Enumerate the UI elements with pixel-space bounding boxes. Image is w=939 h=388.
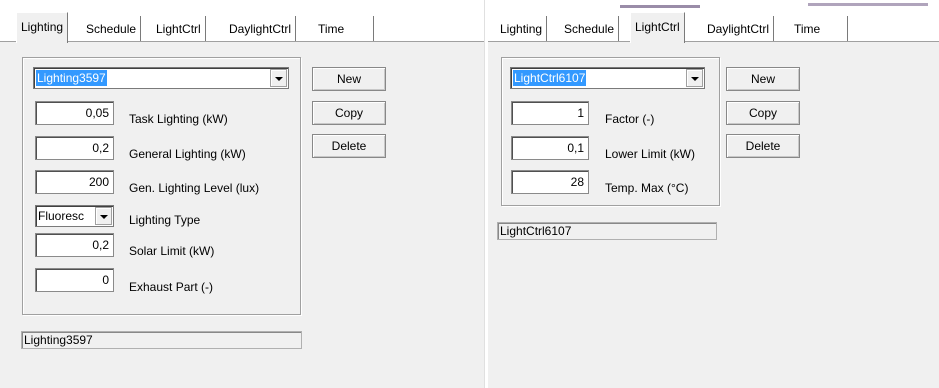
tab-schedule[interactable]: Schedule <box>82 16 142 42</box>
tab-schedule[interactable]: Schedule <box>560 16 620 42</box>
copy-button[interactable]: Copy <box>312 101 386 125</box>
lighting-level-label: Gen. Lighting Level (lux) <box>129 181 260 195</box>
tab-time[interactable]: Time <box>314 16 374 42</box>
overlay-artifact <box>620 5 700 8</box>
new-button[interactable]: New <box>312 67 386 91</box>
solar-limit-label: Solar Limit (kW) <box>129 244 215 258</box>
task-lighting-label: Task Lighting (kW) <box>129 112 228 126</box>
tab-lighting[interactable]: Lighting <box>496 16 548 42</box>
copy-button[interactable]: Copy <box>726 101 800 125</box>
general-lighting-input[interactable]: 0,2 <box>35 136 114 160</box>
exhaust-part-input[interactable]: 0 <box>35 268 114 292</box>
factor-input[interactable]: 1 <box>511 101 589 125</box>
status-field: LightCtrl6107 <box>497 222 717 240</box>
lighting-type-label: Lighting Type <box>129 213 201 227</box>
chevron-down-icon[interactable] <box>95 207 112 225</box>
factor-label: Factor (-) <box>605 112 655 126</box>
lightctrl-panel: Lighting Schedule LightCtrl DaylightCtrl… <box>488 0 939 388</box>
tab-bar: Lighting Schedule LightCtrl DaylightCtrl… <box>488 0 939 43</box>
lighting-panel: Lighting Schedule LightCtrl DaylightCtrl… <box>0 0 484 388</box>
selected-object: LightCtrl6107 <box>513 70 587 86</box>
tab-daylightctrl[interactable]: DaylightCtrl <box>703 16 775 42</box>
delete-button[interactable]: Delete <box>726 134 800 158</box>
general-lighting-label: General Lighting (kW) <box>129 147 246 161</box>
overlay-artifact <box>808 3 928 6</box>
status-field: Lighting3597 <box>21 331 302 349</box>
delete-button[interactable]: Delete <box>312 134 386 158</box>
exhaust-part-label: Exhaust Part (-) <box>129 280 214 294</box>
lower-limit-label: Lower Limit (kW) <box>605 147 696 161</box>
lower-limit-input[interactable]: 0,1 <box>511 136 589 160</box>
solar-limit-input[interactable]: 0,2 <box>35 233 114 257</box>
tab-bar: Lighting Schedule LightCtrl DaylightCtrl… <box>0 0 484 43</box>
tab-time[interactable]: Time <box>790 16 848 42</box>
selected-object: Lighting3597 <box>36 70 107 86</box>
lighting-type-value: Fluoresc <box>38 209 85 223</box>
temp-max-input[interactable]: 28 <box>511 170 589 194</box>
task-lighting-input[interactable]: 0,05 <box>35 101 114 125</box>
chevron-down-icon[interactable] <box>270 69 287 87</box>
tab-lightctrl[interactable]: LightCtrl <box>152 16 206 42</box>
tab-lighting[interactable]: Lighting <box>16 12 69 43</box>
chevron-down-icon[interactable] <box>686 69 703 87</box>
tab-daylightctrl[interactable]: DaylightCtrl <box>225 16 297 42</box>
tab-lightctrl[interactable]: LightCtrl <box>630 12 685 43</box>
lighting-level-input[interactable]: 200 <box>35 170 114 194</box>
lighting-object-select[interactable]: Lighting3597 <box>33 67 289 89</box>
new-button[interactable]: New <box>726 67 800 91</box>
temp-max-label: Temp. Max (°C) <box>605 181 689 195</box>
lightctrl-object-select[interactable]: LightCtrl6107 <box>510 67 705 89</box>
lighting-type-select[interactable]: Fluoresc <box>35 205 114 227</box>
